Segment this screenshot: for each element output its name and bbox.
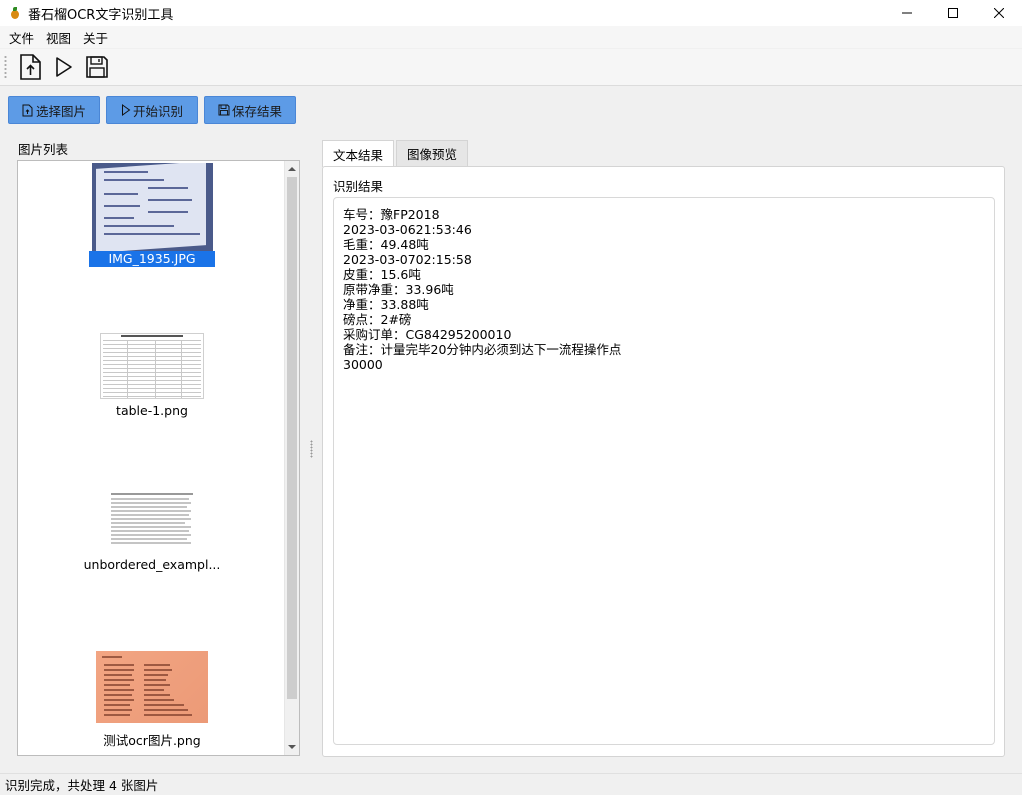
list-item[interactable]: unbordered_exampl... (18, 493, 286, 572)
play-icon (56, 57, 72, 77)
list-item-label: IMG_1935.JPG (89, 251, 215, 267)
result-line: 车号：豫FP2018 (343, 207, 440, 222)
text-result-panel: 识别结果 车号：豫FP2018 2023-03-0621:53:46 毛重：49… (322, 166, 1005, 757)
result-line: 皮重：15.6吨 (343, 267, 421, 282)
title-bar: 番石榴OCR文字识别工具 (0, 0, 1022, 26)
thumbnail-unbordered-image (111, 493, 193, 545)
save-result-button[interactable]: 保存结果 (204, 96, 296, 124)
maximize-button[interactable] (930, 0, 976, 26)
chevron-up-icon (288, 167, 296, 171)
tab-text-result[interactable]: 文本结果 (322, 140, 395, 167)
result-line: 备注：计量完毕20分钟内必须到达下一流程操作点 (343, 342, 622, 357)
window-title: 番石榴OCR文字识别工具 (28, 7, 174, 23)
open-file-icon (20, 54, 41, 80)
panel-splitter[interactable] (310, 440, 313, 458)
result-line: 30000 (343, 357, 383, 372)
list-item[interactable]: table-1.png (18, 333, 286, 418)
list-item[interactable]: IMG_1935.JPG (18, 163, 286, 267)
close-button[interactable] (976, 0, 1022, 26)
toolbar-grip[interactable] (4, 55, 7, 79)
thumbnail-orange-image (96, 651, 208, 723)
image-list[interactable]: IMG_1935.JPG table-1.png unbordered_exam… (17, 160, 300, 756)
start-recognition-button[interactable]: 开始识别 (106, 96, 198, 124)
save-small-icon (218, 104, 230, 116)
result-text-area[interactable]: 车号：豫FP2018 2023-03-0621:53:46 毛重：49.48吨 … (333, 197, 995, 745)
image-list-label: 图片列表 (18, 142, 69, 157)
list-item-label: 测试ocr图片.png (103, 733, 201, 748)
app-logo-icon (10, 7, 20, 19)
menu-view[interactable]: 视图 (40, 28, 77, 47)
save-icon (86, 56, 108, 78)
tab-image-preview[interactable]: 图像预览 (396, 140, 469, 166)
toolbar (0, 49, 1022, 86)
close-icon (994, 8, 1004, 18)
select-image-button[interactable]: 选择图片 (8, 96, 100, 124)
maximize-icon (948, 8, 958, 18)
list-item[interactable]: 测试ocr图片.png (18, 651, 286, 749)
result-line: 毛重：49.48吨 (343, 237, 429, 252)
menu-about[interactable]: 关于 (77, 28, 114, 47)
thumbnail-receipt-image (91, 163, 213, 251)
menu-file[interactable]: 文件 (3, 28, 40, 47)
save-result-label: 保存结果 (231, 103, 282, 119)
image-list-scrollbar[interactable] (284, 161, 299, 755)
list-item-label: table-1.png (116, 403, 188, 418)
result-label: 识别结果 (333, 179, 384, 194)
status-text: 识别完成，共处理 4 张图片 (5, 778, 159, 793)
result-line: 原带净重：33.96吨 (343, 282, 454, 297)
result-tabs: 文本结果 图像预览 (322, 140, 469, 167)
result-line: 净重：33.88吨 (343, 297, 429, 312)
status-bar: 识别完成，共处理 4 张图片 (0, 773, 1022, 795)
result-line: 2023-03-0621:53:46 (343, 222, 472, 237)
list-item-label: unbordered_exampl... (83, 557, 221, 572)
start-recognition-label: 开始识别 (132, 103, 183, 119)
open-file-small-icon (22, 104, 33, 116)
action-buttons: 选择图片 开始识别 保存结果 (8, 96, 296, 124)
minimize-icon (902, 12, 912, 14)
toolbar-save-button[interactable] (81, 51, 113, 83)
chevron-down-icon (288, 745, 296, 749)
scrollbar-thumb[interactable] (287, 177, 297, 699)
select-image-label: 选择图片 (35, 103, 86, 119)
toolbar-open-button[interactable] (15, 51, 47, 83)
menu-bar: 文件 视图 关于 (0, 26, 1022, 48)
result-line: 磅点：2#磅 (343, 312, 412, 327)
minimize-button[interactable] (884, 0, 930, 26)
play-small-icon (121, 104, 131, 116)
result-line: 2023-03-0702:15:58 (343, 252, 472, 267)
toolbar-run-button[interactable] (48, 51, 80, 83)
scroll-up-arrow[interactable] (285, 162, 299, 176)
scroll-down-arrow[interactable] (285, 740, 299, 754)
thumbnail-table-image (100, 333, 204, 399)
result-line: 采购订单：CG84295200010 (343, 327, 512, 342)
